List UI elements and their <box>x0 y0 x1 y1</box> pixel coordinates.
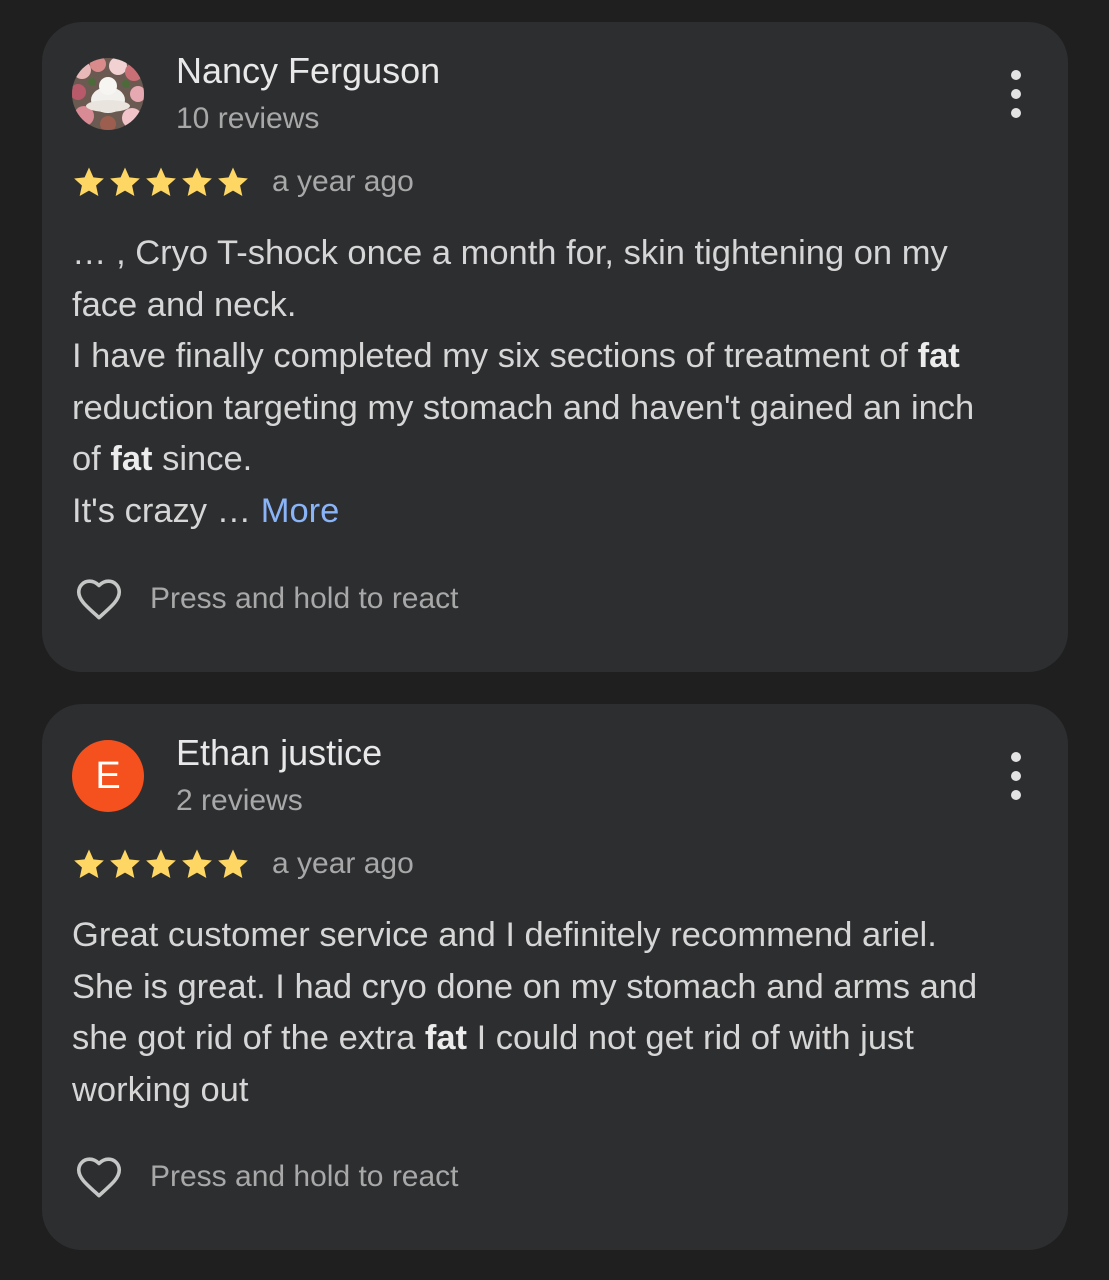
review-text-line: … , Cryo T-shock once a month for, skin … <box>72 234 948 272</box>
avatar[interactable]: E <box>72 740 144 812</box>
star-icon <box>146 167 176 197</box>
star-icon <box>74 849 104 879</box>
star-icon <box>218 167 248 197</box>
react-label: Press and hold to react <box>150 582 459 615</box>
avatar[interactable] <box>72 58 144 130</box>
review-text[interactable]: … , Cryo T-shock once a month for, skin … <box>72 228 1042 537</box>
review-time: a year ago <box>272 165 414 198</box>
heart-icon[interactable] <box>72 1150 126 1204</box>
star-icon <box>110 849 140 879</box>
review-text[interactable]: Great customer service and I definitely … <box>72 910 1042 1116</box>
author-name[interactable]: Ethan justice <box>176 732 382 774</box>
star-icon <box>74 167 104 197</box>
heart-icon[interactable] <box>72 572 126 626</box>
review-count[interactable]: 10 reviews <box>176 102 319 136</box>
review-card: Nancy Ferguson 10 reviews a year ago … ,… <box>42 22 1068 672</box>
text-segment: she got rid of the extra <box>72 1019 425 1057</box>
react-row[interactable]: Press and hold to react <box>72 1149 459 1205</box>
more-options-icon[interactable] <box>1004 752 1028 800</box>
review-text-line: face and neck. <box>72 285 297 324</box>
text-segment: It's crazy … <box>72 491 261 530</box>
star-rating <box>72 165 250 199</box>
highlighted-keyword: fat <box>917 337 960 375</box>
more-options-icon[interactable] <box>1004 70 1028 118</box>
text-segment: I could not get rid of with just <box>467 1019 914 1057</box>
review-text-line: working out <box>72 1070 249 1109</box>
review-text-line: She is great. I had cryo done on my stom… <box>72 967 978 1006</box>
review-text-line: she got rid of the extra fat I could not… <box>72 1013 1042 1065</box>
react-label: Press and hold to react <box>150 1160 459 1193</box>
star-rating <box>72 847 250 881</box>
text-segment: I have finally completed my six sections… <box>72 337 918 375</box>
react-row[interactable]: Press and hold to react <box>72 571 459 627</box>
review-text-line: Great customer service and I definitely … <box>72 916 937 954</box>
rating-row: a year ago <box>72 162 414 202</box>
star-icon <box>218 849 248 879</box>
review-text-line: reduction targeting my stomach and haven… <box>72 388 975 427</box>
review-time: a year ago <box>272 847 414 880</box>
review-text-line: of fat since. <box>72 434 1042 486</box>
review-card: E Ethan justice 2 reviews a year ago Gre… <box>42 704 1068 1250</box>
review-text-line: It's crazy … More <box>72 486 1042 538</box>
highlighted-keyword: fat <box>110 440 153 478</box>
star-icon <box>110 167 140 197</box>
star-icon <box>182 849 212 879</box>
text-segment: since. <box>152 440 253 478</box>
star-icon <box>146 849 176 879</box>
text-segment: of <box>72 440 111 478</box>
rating-row: a year ago <box>72 844 414 884</box>
review-count[interactable]: 2 reviews <box>176 784 303 818</box>
review-text-line: I have finally completed my six sections… <box>72 331 1042 383</box>
star-icon <box>182 167 212 197</box>
author-name[interactable]: Nancy Ferguson <box>176 50 440 92</box>
more-link[interactable]: More <box>261 492 340 530</box>
highlighted-keyword: fat <box>424 1019 468 1057</box>
